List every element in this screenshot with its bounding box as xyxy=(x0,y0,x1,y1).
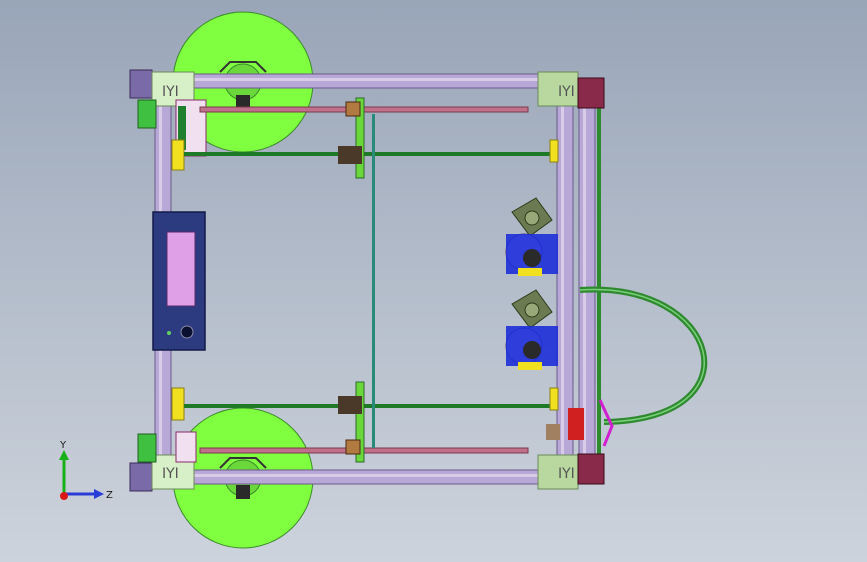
extruder-bottom[interactable] xyxy=(505,289,558,370)
bracket-mark-icon: IYI xyxy=(558,466,575,482)
bracket-mark-icon: IYI xyxy=(558,84,575,100)
orientation-triad: Y Z xyxy=(59,440,113,501)
lcd-controller[interactable] xyxy=(152,211,206,351)
x-axis-dot xyxy=(60,492,68,500)
y-axis-label: Y xyxy=(59,440,67,451)
rods[interactable] xyxy=(184,97,559,463)
bracket-mark-icon: IYI xyxy=(162,84,179,100)
extruder-top[interactable] xyxy=(505,197,558,276)
z-axis-label: Z xyxy=(106,490,113,501)
bracket-mark-icon: IYI xyxy=(162,466,179,482)
printer-model[interactable]: IYI IYI IYI IYI xyxy=(0,0,867,562)
cad-viewport[interactable]: IYI IYI IYI IYI Y Z xyxy=(0,0,867,562)
